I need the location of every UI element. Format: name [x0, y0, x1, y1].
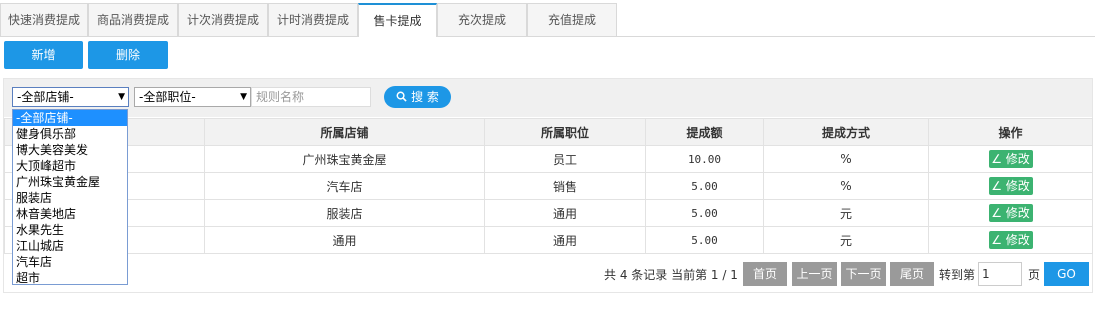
- cell-action: ∠ 修改: [928, 145, 1093, 173]
- cell-store: 广州珠宝黄金屋: [204, 145, 485, 173]
- edit-button-label: 修改: [1005, 233, 1030, 247]
- pagination-info: 共 4 条记录 当前第 1 / 1: [604, 268, 738, 282]
- last-page-button[interactable]: 尾页: [890, 262, 934, 286]
- goto-label: 转到第: [939, 268, 976, 282]
- edit-button-label: 修改: [1005, 152, 1030, 166]
- cell-method: %: [763, 172, 929, 200]
- cell-position: 通用: [484, 199, 646, 227]
- table-row: 提成 通用 通用 5.00 元 ∠ 修改: [4, 226, 1093, 254]
- edit-icon: ∠: [991, 206, 1002, 220]
- tab-quick-consume[interactable]: 快速消费提成: [0, 3, 88, 36]
- cell-action: ∠ 修改: [928, 226, 1093, 254]
- edit-button[interactable]: ∠ 修改: [988, 150, 1033, 168]
- tab-card-sale[interactable]: 售卡提成: [358, 3, 437, 37]
- tab-recharge-count[interactable]: 充次提成: [437, 3, 527, 36]
- cell-action: ∠ 修改: [928, 172, 1093, 200]
- next-page-button[interactable]: 下一页: [841, 262, 886, 286]
- edit-icon: ∠: [991, 152, 1002, 166]
- cell-method: 元: [763, 226, 929, 254]
- cell-amount: 10.00: [645, 145, 764, 173]
- col-header-action: 操作: [928, 118, 1093, 146]
- delete-button[interactable]: 删除: [88, 41, 168, 69]
- store-select-value: -全部店铺-: [17, 90, 74, 104]
- col-header-method: 提成方式: [763, 118, 929, 146]
- prev-page-button[interactable]: 上一页: [792, 262, 837, 286]
- tab-bar: 快速消费提成 商品消费提成 计次消费提成 计时消费提成 售卡提成 充次提成 充值…: [0, 0, 1095, 37]
- cell-position: 销售: [484, 172, 646, 200]
- dropdown-option[interactable]: 健身俱乐部: [13, 126, 127, 142]
- cell-amount: 5.00: [645, 172, 764, 200]
- cell-method: %: [763, 145, 929, 173]
- first-page-button[interactable]: 首页: [743, 262, 787, 286]
- dropdown-option[interactable]: 超市: [13, 270, 127, 286]
- position-select[interactable]: -全部职位- ▼: [134, 87, 251, 107]
- cell-action: ∠ 修改: [928, 199, 1093, 227]
- edit-button[interactable]: ∠ 修改: [988, 231, 1033, 249]
- page-number-input[interactable]: 1: [978, 262, 1022, 286]
- dropdown-option[interactable]: 江山城店: [13, 238, 127, 254]
- table-row: 卡 广州珠宝黄金屋 员工 10.00 % ∠ 修改: [4, 145, 1093, 173]
- dropdown-option[interactable]: 广州珠宝黄金屋: [13, 174, 127, 190]
- cell-position: 员工: [484, 145, 646, 173]
- search-icon: [396, 91, 407, 102]
- dropdown-option[interactable]: 林音美地店: [13, 206, 127, 222]
- dropdown-option[interactable]: 水果先生: [13, 222, 127, 238]
- filter-bar: -全部店铺- ▼ -全部职位- ▼ 规则名称 搜 索: [4, 79, 1092, 117]
- cell-amount: 5.00: [645, 199, 764, 227]
- table-header-row: 名称 所属店铺 所属职位 提成额 提成方式 操作: [4, 118, 1093, 146]
- chevron-down-icon: ▼: [118, 92, 125, 102]
- go-button[interactable]: GO: [1044, 262, 1089, 286]
- cell-method: 元: [763, 199, 929, 227]
- search-button-label: 搜 索: [411, 90, 439, 104]
- cell-position: 通用: [484, 226, 646, 254]
- dropdown-option[interactable]: 服装店: [13, 190, 127, 206]
- edit-button-label: 修改: [1005, 179, 1030, 193]
- dropdown-option[interactable]: 汽车店: [13, 254, 127, 270]
- search-button[interactable]: 搜 索: [384, 86, 451, 108]
- chevron-down-icon: ▼: [240, 92, 247, 102]
- table-row: 提成 汽车店 销售 5.00 % ∠ 修改: [4, 172, 1093, 200]
- dropdown-option[interactable]: 大顶峰超市: [13, 158, 127, 174]
- dropdown-option[interactable]: 博大美容美发: [13, 142, 127, 158]
- tab-count-consume[interactable]: 计次消费提成: [178, 3, 268, 36]
- edit-button-label: 修改: [1005, 206, 1030, 220]
- tab-recharge-value[interactable]: 充值提成: [527, 3, 617, 36]
- table-row: 提成 服装店 通用 5.00 元 ∠ 修改: [4, 199, 1093, 227]
- add-button[interactable]: 新增: [4, 41, 83, 69]
- page-suffix-label: 页: [1028, 268, 1041, 282]
- cell-store: 汽车店: [204, 172, 485, 200]
- dropdown-option[interactable]: -全部店铺-: [13, 110, 127, 126]
- cell-store: 服装店: [204, 199, 485, 227]
- rule-name-input[interactable]: 规则名称: [251, 87, 371, 107]
- tab-goods-consume[interactable]: 商品消费提成: [88, 3, 178, 36]
- store-select[interactable]: -全部店铺- ▼: [12, 87, 129, 107]
- cell-store: 通用: [204, 226, 485, 254]
- edit-button[interactable]: ∠ 修改: [988, 204, 1033, 222]
- edit-icon: ∠: [991, 179, 1002, 193]
- store-dropdown-list: -全部店铺- 健身俱乐部 博大美容美发 大顶峰超市 广州珠宝黄金屋 服装店 林音…: [12, 109, 128, 285]
- edit-button[interactable]: ∠ 修改: [988, 177, 1033, 195]
- rules-panel: -全部店铺- ▼ -全部职位- ▼ 规则名称 搜 索 名称 所属店铺 所属职位 …: [3, 78, 1093, 293]
- cell-amount: 5.00: [645, 226, 764, 254]
- edit-icon: ∠: [991, 233, 1002, 247]
- col-header-position: 所属职位: [484, 118, 646, 146]
- col-header-store: 所属店铺: [204, 118, 485, 146]
- tab-time-consume[interactable]: 计时消费提成: [268, 3, 358, 36]
- rules-table: 名称 所属店铺 所属职位 提成额 提成方式 操作 卡 广州珠宝黄金屋 员工 10…: [4, 118, 1093, 254]
- col-header-amount: 提成额: [645, 118, 764, 146]
- position-select-value: -全部职位-: [139, 90, 196, 104]
